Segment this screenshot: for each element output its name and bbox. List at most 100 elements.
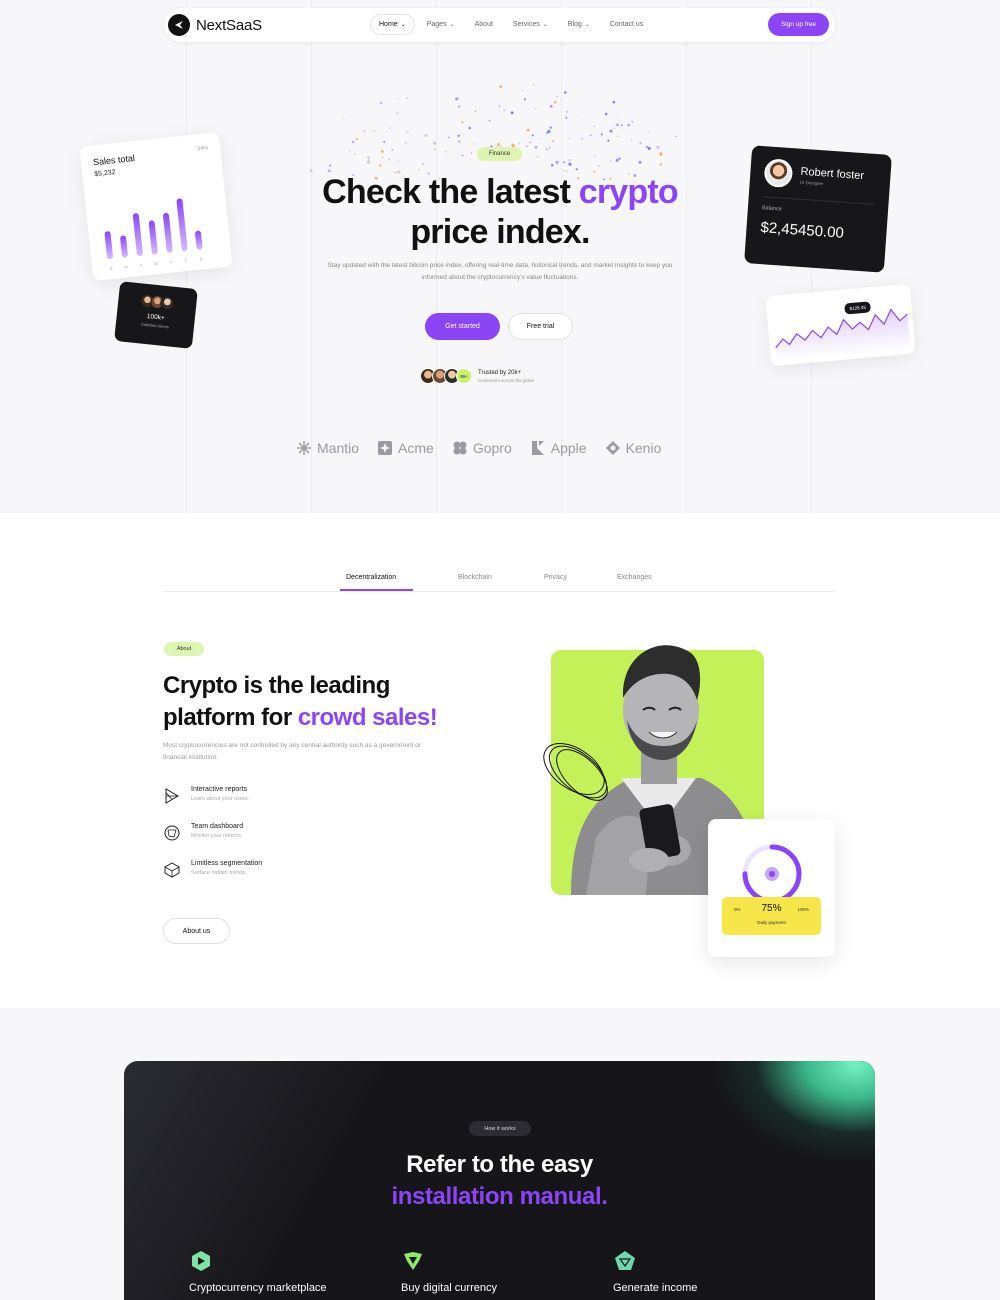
- particle-dot: [523, 98, 526, 101]
- sales-bar: [176, 198, 188, 252]
- particle-dot: [568, 162, 572, 166]
- particle-dot: [656, 145, 660, 149]
- nav-home[interactable]: Home ⌄: [370, 14, 415, 35]
- day-label: F: [184, 258, 188, 264]
- segmentation-icon: [164, 862, 180, 878]
- day-label: T: [169, 259, 173, 265]
- avatar-count-badge: 99+: [456, 368, 472, 384]
- sales-bar: [104, 231, 114, 260]
- nav-home-label: Home: [379, 21, 398, 28]
- particle-dot: [455, 97, 459, 101]
- brand-label: Gopro: [472, 440, 512, 456]
- particle-dot: [488, 119, 491, 122]
- particle-dot: [433, 148, 436, 151]
- sales-bar: [194, 230, 203, 250]
- nav-services[interactable]: Services ⌄: [505, 15, 556, 34]
- how-item-income: Generate income: [613, 1249, 697, 1294]
- particle-dot: [388, 158, 391, 161]
- particle-dot: [531, 134, 534, 137]
- particle-dot: [378, 164, 383, 168]
- particle-dot: [617, 135, 619, 137]
- particle-dot: [556, 95, 558, 98]
- particle-dot: [580, 137, 584, 140]
- logo-icon: [168, 14, 190, 36]
- brand-label: Acme: [398, 440, 434, 456]
- particle-dot: [593, 125, 595, 127]
- particle-dot: [457, 140, 461, 143]
- nav-about-label: About: [474, 21, 493, 28]
- particle-dot: [444, 150, 447, 153]
- tab-decentralization[interactable]: Decentralization: [346, 574, 396, 581]
- particle-dot: [574, 167, 576, 170]
- day-label: M: [124, 264, 129, 270]
- tab-blockchain[interactable]: Blockchain: [458, 574, 492, 581]
- brand-label: Mantio: [317, 440, 360, 456]
- hero-title-part: Check the latest: [322, 173, 579, 211]
- brand-logos: Mantio Acme Gopro Apple Kenio: [296, 440, 661, 456]
- particle-dot: [539, 137, 542, 140]
- nav-blog[interactable]: Blog ⌄: [560, 15, 598, 34]
- particle-dot: [363, 129, 366, 133]
- about-description: Most cryptocurrencies are not controlled…: [163, 742, 421, 761]
- particle-dot: [638, 160, 642, 164]
- nav-contact[interactable]: Contact us: [602, 15, 651, 34]
- feature-list: Interactive reports Learn about your user…: [163, 786, 262, 897]
- price-line-graph: [775, 308, 911, 362]
- particle-dot: [659, 152, 663, 156]
- day-label: T: [139, 262, 143, 268]
- nav-pages[interactable]: Pages ⌄: [419, 15, 463, 34]
- how-title: Refer to the easy installation manual.: [324, 1149, 675, 1213]
- tab-exchanges[interactable]: Exchanges: [617, 574, 652, 581]
- particle-dot: [521, 89, 524, 91]
- sunburst-icon: [297, 441, 311, 455]
- particle-dot: [404, 141, 408, 145]
- avatar: [763, 158, 794, 189]
- particle-dot: [547, 129, 551, 134]
- how-title-highlight: installation manual.: [391, 1183, 608, 1210]
- card-glow: [715, 1061, 875, 1161]
- hero-title-highlight: crypto: [578, 173, 679, 211]
- particle-dot: [343, 117, 345, 120]
- particle-dot: [499, 85, 503, 88]
- about-us-button[interactable]: About us: [163, 918, 230, 944]
- particle-dot: [532, 83, 535, 86]
- particle-dot: [604, 112, 608, 116]
- particle-dot: [534, 107, 537, 110]
- star-square-icon: [378, 441, 393, 455]
- users-card: 100k+ Satisfied clients: [114, 281, 198, 349]
- brand-label: Apple: [550, 440, 587, 456]
- avatar: [159, 295, 175, 311]
- particle-dot: [553, 100, 557, 104]
- hero-title: Check the latest crypto price index.: [250, 172, 750, 252]
- particle-dot: [418, 168, 420, 171]
- particle-dot: [380, 150, 384, 154]
- logo[interactable]: NextSaaS: [168, 14, 262, 36]
- profile-header: Robert foster UI Designer: [763, 158, 877, 194]
- free-trial-button[interactable]: Free trial: [508, 313, 573, 340]
- get-started-button[interactable]: Get started: [425, 313, 500, 340]
- particle-dot: [383, 141, 386, 143]
- trusted-by: 99+ Trusted by 20k+ Customers across the…: [420, 368, 534, 384]
- signup-button[interactable]: Sign up free: [768, 13, 829, 36]
- particle-dot: [555, 160, 559, 165]
- particle-dot: [391, 148, 394, 152]
- feature-item: Interactive reports Learn about your user…: [163, 786, 262, 805]
- feature-title: Interactive reports: [191, 786, 248, 793]
- particle-dot: [517, 141, 521, 145]
- particle-dot: [609, 160, 612, 162]
- particle-dot: [618, 157, 621, 160]
- nav-about[interactable]: About: [467, 15, 501, 34]
- daily-payment-card: 0% 75% 100% Daily payment: [708, 819, 835, 957]
- particle-dot: [397, 160, 400, 163]
- income-icon: [615, 1251, 635, 1270]
- particle-dot: [600, 133, 603, 136]
- particle-dot: [389, 127, 391, 129]
- feature-item: Limitless segmentation Surface hidden tre…: [163, 860, 262, 879]
- tab-privacy[interactable]: Privacy: [544, 574, 567, 581]
- how-item-buy: Buy digital currency: [401, 1249, 497, 1294]
- about-title-line1: Crypto is the leading: [163, 672, 390, 699]
- chevron-down-icon: ⌄: [449, 22, 455, 28]
- about-badge: About: [164, 642, 204, 656]
- particle-dot: [631, 120, 634, 123]
- particle-dot: [567, 159, 571, 163]
